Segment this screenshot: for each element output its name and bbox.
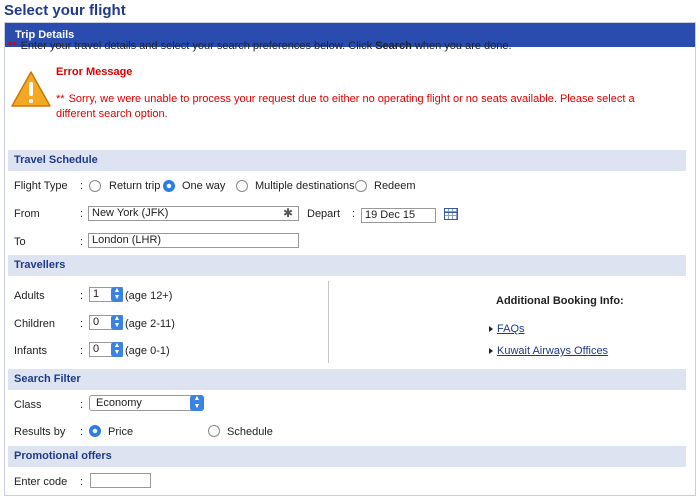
results-by-label: Results by [14, 426, 66, 438]
from-label: From [14, 208, 40, 220]
radio-label-one-way[interactable]: One way [182, 180, 225, 192]
from-input[interactable]: New York (JFK) [88, 206, 299, 221]
intro-text-start: Enter your travel details and select you… [20, 40, 376, 52]
colon: : [352, 208, 356, 220]
adults-label: Adults [14, 290, 45, 302]
error-message-text: Sorry, we were unable to process your re… [56, 93, 635, 120]
error-block: Error Message ** Sorry, we were unable to… [8, 60, 668, 126]
radio-one-way[interactable] [163, 180, 175, 192]
radio-price[interactable] [89, 425, 101, 437]
error-title: Error Message [56, 66, 133, 78]
class-select[interactable]: Economy ▲ ▼ [89, 395, 204, 411]
search-filter-header: Search Filter [8, 369, 686, 390]
error-message: ** Sorry, we were unable to process your … [56, 92, 646, 122]
colon: : [80, 180, 84, 192]
stepper-arrows-icon[interactable]: ▲ ▼ [111, 342, 123, 357]
radio-multiple-destinations[interactable] [236, 180, 248, 192]
adults-age: (age 12+) [125, 290, 173, 302]
enter-code-label: Enter code [14, 476, 68, 488]
required-mark: ** [8, 40, 17, 52]
asterisk-icon: ✱ [283, 206, 294, 220]
radio-label-return-trip[interactable]: Return trip [109, 180, 160, 192]
promotional-offers-header: Promotional offers [8, 446, 686, 467]
flight-type-label: Flight Type [14, 180, 68, 192]
radio-redeem[interactable] [355, 180, 367, 192]
children-age: (age 2-11) [125, 318, 175, 330]
adults-value: 1 [93, 288, 100, 300]
stepper-arrows-icon[interactable]: ▲ ▼ [111, 315, 123, 330]
column-divider [328, 281, 329, 363]
radio-label-redeem[interactable]: Redeem [374, 180, 416, 192]
additional-booking-title: Additional Booking Info: [496, 295, 624, 307]
radio-label-price[interactable]: Price [108, 426, 133, 438]
kuwait-airways-offices-link[interactable]: Kuwait Airways Offices [497, 345, 608, 357]
class-select-value: Economy [96, 397, 142, 409]
children-label: Children [14, 318, 55, 330]
radio-return-trip[interactable] [89, 180, 101, 192]
colon: : [80, 236, 84, 248]
colon: : [80, 345, 84, 357]
promo-code-input[interactable] [90, 473, 151, 488]
infants-label: Infants [14, 345, 48, 357]
depart-date-input[interactable]: 19 Dec 15 [361, 208, 436, 223]
infants-age: (age 0-1) [125, 345, 170, 357]
colon: : [80, 318, 84, 330]
travellers-header: Travellers [8, 255, 686, 276]
intro-text-end: when you are done. [411, 40, 512, 52]
children-stepper[interactable]: 0 ▲ ▼ [89, 315, 123, 330]
triangle-right-icon [489, 326, 493, 332]
calendar-icon[interactable] [444, 208, 458, 220]
warning-triangle-icon [11, 71, 51, 107]
faqs-link[interactable]: FAQs [497, 323, 525, 335]
select-arrows-icon[interactable]: ▲ ▼ [190, 395, 204, 411]
adults-stepper[interactable]: 1 ▲ ▼ [89, 287, 123, 302]
colon: : [80, 426, 84, 438]
depart-label: Depart [307, 208, 341, 220]
travel-schedule-header: Travel Schedule [8, 150, 686, 171]
children-value: 0 [93, 316, 100, 328]
radio-schedule[interactable] [208, 425, 220, 437]
colon: : [80, 290, 84, 302]
infants-value: 0 [93, 343, 100, 355]
colon: : [80, 476, 84, 488]
infants-stepper[interactable]: 0 ▲ ▼ [89, 342, 123, 357]
class-label: Class [14, 399, 42, 411]
radio-label-multiple-destinations[interactable]: Multiple destinations [255, 180, 355, 192]
to-input[interactable]: London (LHR) [88, 233, 299, 248]
colon: : [80, 208, 84, 220]
to-label: To [14, 236, 26, 248]
stepper-arrows-icon[interactable]: ▲ ▼ [111, 287, 123, 302]
page-title: Select your flight [4, 2, 126, 19]
intro-text: ** Enter your travel details and select y… [8, 40, 512, 52]
colon: : [80, 399, 84, 411]
intro-text-bold: Search [375, 40, 412, 52]
triangle-right-icon [489, 348, 493, 354]
radio-label-schedule[interactable]: Schedule [227, 426, 273, 438]
error-bullet-marker: ** [56, 93, 65, 105]
